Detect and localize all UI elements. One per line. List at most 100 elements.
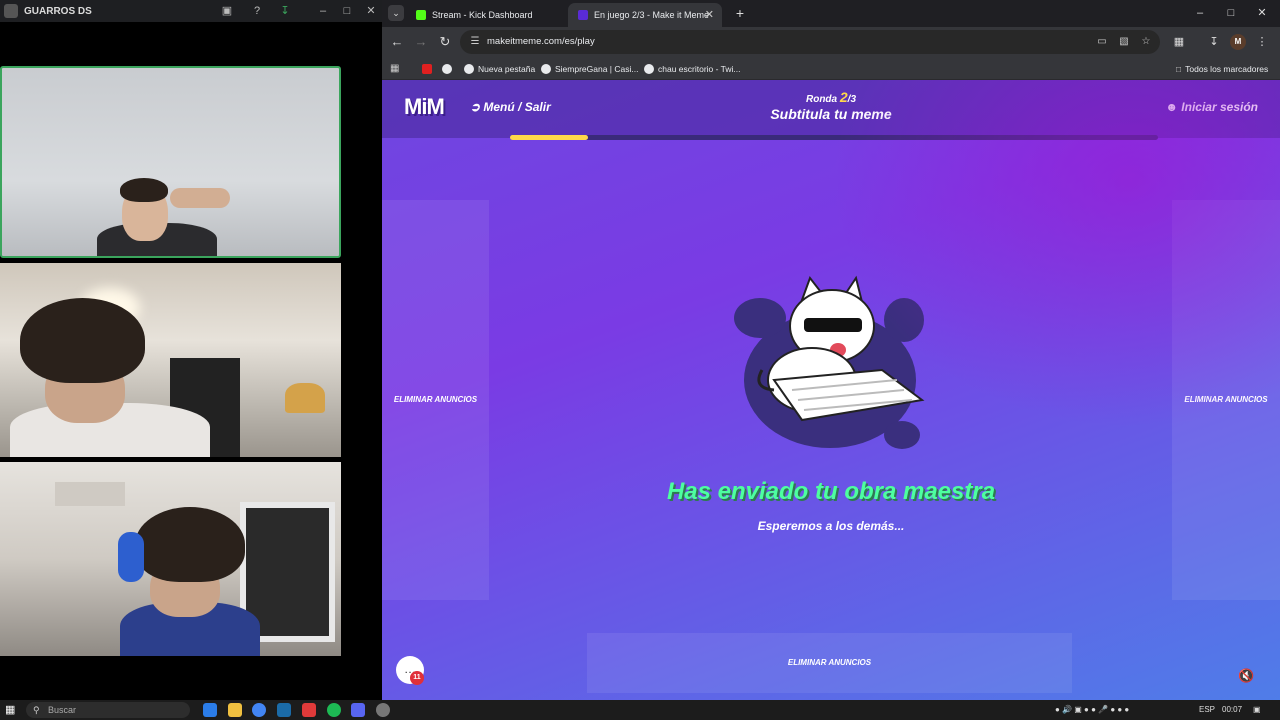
ad-slot-left: Eliminar anuncios — [382, 200, 489, 600]
minimize-icon[interactable]: – — [315, 3, 331, 19]
round-indicator: Ronda 2/3 — [382, 89, 1280, 105]
apps-grid-icon[interactable]: ▦ — [390, 61, 399, 76]
user-icon: ☻ — [1165, 100, 1182, 114]
mic-off-icon[interactable]: ▣ — [219, 3, 235, 19]
bookmark-star-icon[interactable]: ☆ — [1138, 34, 1154, 50]
tab-label: En juego 2/3 - Make it Meme — [594, 10, 710, 20]
close-tab-icon[interactable]: ✕ — [705, 8, 714, 21]
video-tile[interactable] — [0, 66, 341, 258]
downloads-icon[interactable]: ↧ — [1206, 34, 1222, 50]
youtube-icon — [422, 63, 432, 74]
participant-hair — [135, 507, 245, 582]
back-icon[interactable]: ← — [389, 34, 405, 50]
call-titlebar: GUARROS DS ▣ ? ↧ – □ ✕ — [0, 0, 382, 22]
close-icon[interactable]: ✕ — [1254, 5, 1270, 21]
mute-icon[interactable]: 🔇 — [1238, 668, 1254, 684]
all-bookmarks[interactable]: □ Todos los marcadores — [1176, 61, 1268, 76]
language-indicator[interactable]: ESP — [1199, 703, 1215, 717]
download-icon[interactable]: ↧ — [277, 3, 293, 19]
login-link[interactable]: ☻ Iniciar sesión — [1165, 100, 1258, 114]
game-page: MiM ➲ Menú / Salir Ronda 2/3 Subtitula t… — [382, 80, 1280, 700]
shelf-items — [55, 482, 125, 506]
browser-window: ⌄ Stream - Kick Dashboard ✕ En juego 2/3… — [382, 0, 1280, 700]
url-text[interactable]: makeitmeme.com/es/play — [487, 36, 595, 47]
bookmark-blank[interactable] — [442, 61, 456, 76]
copilot-icon[interactable] — [203, 703, 217, 717]
round-current: 2 — [839, 89, 848, 105]
youtube-bookmark[interactable] — [422, 61, 436, 76]
obs-icon[interactable] — [376, 703, 390, 717]
help-icon[interactable]: ? — [249, 3, 265, 19]
close-icon[interactable]: ✕ — [363, 3, 379, 19]
bookmark-label: chau escritorio - Twi... — [658, 63, 741, 74]
minimize-icon[interactable]: – — [1192, 5, 1208, 21]
globe-icon — [442, 63, 452, 74]
globe-icon — [644, 63, 654, 74]
bookmark-label: SiempreGana | Casi... — [555, 63, 639, 74]
server-icon — [4, 4, 18, 18]
round-progress-bar — [510, 135, 1158, 140]
tab-make-it-meme[interactable]: En juego 2/3 - Make it Meme ✕ — [568, 3, 722, 27]
login-label: Iniciar sesión — [1181, 100, 1258, 114]
browser-toolbar: ← → ↻ ☰ makeitmeme.com/es/play ▭ ▧ ☆ ▦ ↧… — [382, 27, 1280, 57]
bookmark-item[interactable]: chau escritorio - Twi... — [644, 61, 741, 76]
reload-icon[interactable]: ↻ — [437, 34, 453, 50]
spotify-icon[interactable] — [327, 703, 341, 717]
round-label: Ronda — [805, 94, 838, 105]
lamp — [285, 383, 325, 413]
globe-icon — [464, 63, 474, 74]
install-app-icon[interactable]: ▭ — [1094, 34, 1110, 50]
call-window: GUARROS DS ▣ ? ↧ – □ ✕ — [0, 0, 382, 700]
steam-icon[interactable] — [277, 703, 291, 717]
video-tile[interactable] — [0, 263, 341, 457]
tab-strip: ⌄ Stream - Kick Dashboard ✕ En juego 2/3… — [382, 0, 1280, 27]
notifications-icon[interactable]: ▣ — [1253, 703, 1261, 717]
bookmark-label: Nueva pestaña — [478, 63, 536, 74]
search-icon: ⚲ — [33, 705, 40, 715]
remove-ads-link[interactable]: Eliminar anuncios — [1172, 395, 1280, 404]
tray-icons[interactable]: ● 🔊 ▣ ● ● 🎤 ● ● ● — [1055, 703, 1129, 717]
bookmarks-bar: ▦ Nueva pestaña SiempreGana | Casi... ch… — [382, 57, 1280, 80]
taskbar-search-placeholder: Buscar — [48, 705, 77, 715]
translate-icon[interactable]: ▧ — [1116, 34, 1132, 50]
address-bar[interactable]: ☰ makeitmeme.com/es/play ▭ ▧ ☆ — [460, 30, 1160, 54]
ad-slot-right: Eliminar anuncios — [1172, 200, 1280, 600]
all-bookmarks-label: Todos los marcadores — [1185, 63, 1269, 74]
make-it-meme-icon — [578, 10, 588, 20]
folder-icon: □ — [1176, 63, 1182, 74]
phase-title: Subtitula tu meme — [770, 106, 892, 122]
chat-unread-badge: 11 — [410, 671, 424, 685]
participant-hair — [20, 298, 145, 383]
maximize-icon[interactable]: □ — [339, 3, 355, 19]
kick-icon — [416, 10, 426, 20]
taskbar: ▦ ⚲ Buscar ● 🔊 ▣ ● ● 🎤 ● ● ● ESP 00:07 ▣ — [0, 700, 1280, 720]
forward-icon[interactable]: → — [413, 34, 429, 50]
video-tile[interactable] — [0, 462, 341, 656]
profile-avatar[interactable]: M — [1230, 34, 1246, 50]
site-info-icon[interactable]: ☰ — [468, 35, 482, 49]
game-header: MiM ➲ Menú / Salir Ronda 2/3 Subtitula t… — [382, 80, 1280, 140]
tab-search-icon[interactable]: ⌄ — [388, 5, 404, 21]
remove-ads-link[interactable]: Eliminar anuncios — [382, 395, 489, 404]
bookmark-item[interactable]: Nueva pestaña — [464, 61, 535, 76]
chrome-icon[interactable] — [252, 703, 266, 717]
globe-icon — [541, 63, 551, 74]
menu-dots-icon[interactable]: ⋮ — [1254, 34, 1270, 50]
extensions-icon[interactable]: ▦ — [1171, 34, 1187, 50]
call-title: GUARROS DS — [24, 5, 92, 17]
file-explorer-icon[interactable] — [228, 703, 242, 717]
headphones — [118, 532, 144, 582]
windows-start-icon[interactable]: ▦ — [5, 704, 17, 716]
waiting-subtitle: Esperemos a los demás... — [757, 519, 905, 533]
discord-icon[interactable] — [351, 703, 365, 717]
remove-ads-link[interactable]: Eliminar anuncios — [587, 658, 1072, 667]
submitted-title: Has enviado tu obra maestra — [666, 478, 996, 505]
taskbar-search[interactable]: ⚲ Buscar — [26, 702, 190, 718]
bookmark-item[interactable]: SiempreGana | Casi... — [541, 61, 638, 76]
clock[interactable]: 00:07 — [1222, 703, 1242, 717]
new-tab-button[interactable]: + — [732, 5, 748, 21]
tab-kick-dashboard[interactable]: Stream - Kick Dashboard ✕ — [406, 3, 586, 27]
round-total: /3 — [847, 94, 857, 105]
app-icon[interactable] — [302, 703, 316, 717]
maximize-icon[interactable]: □ — [1223, 5, 1239, 21]
